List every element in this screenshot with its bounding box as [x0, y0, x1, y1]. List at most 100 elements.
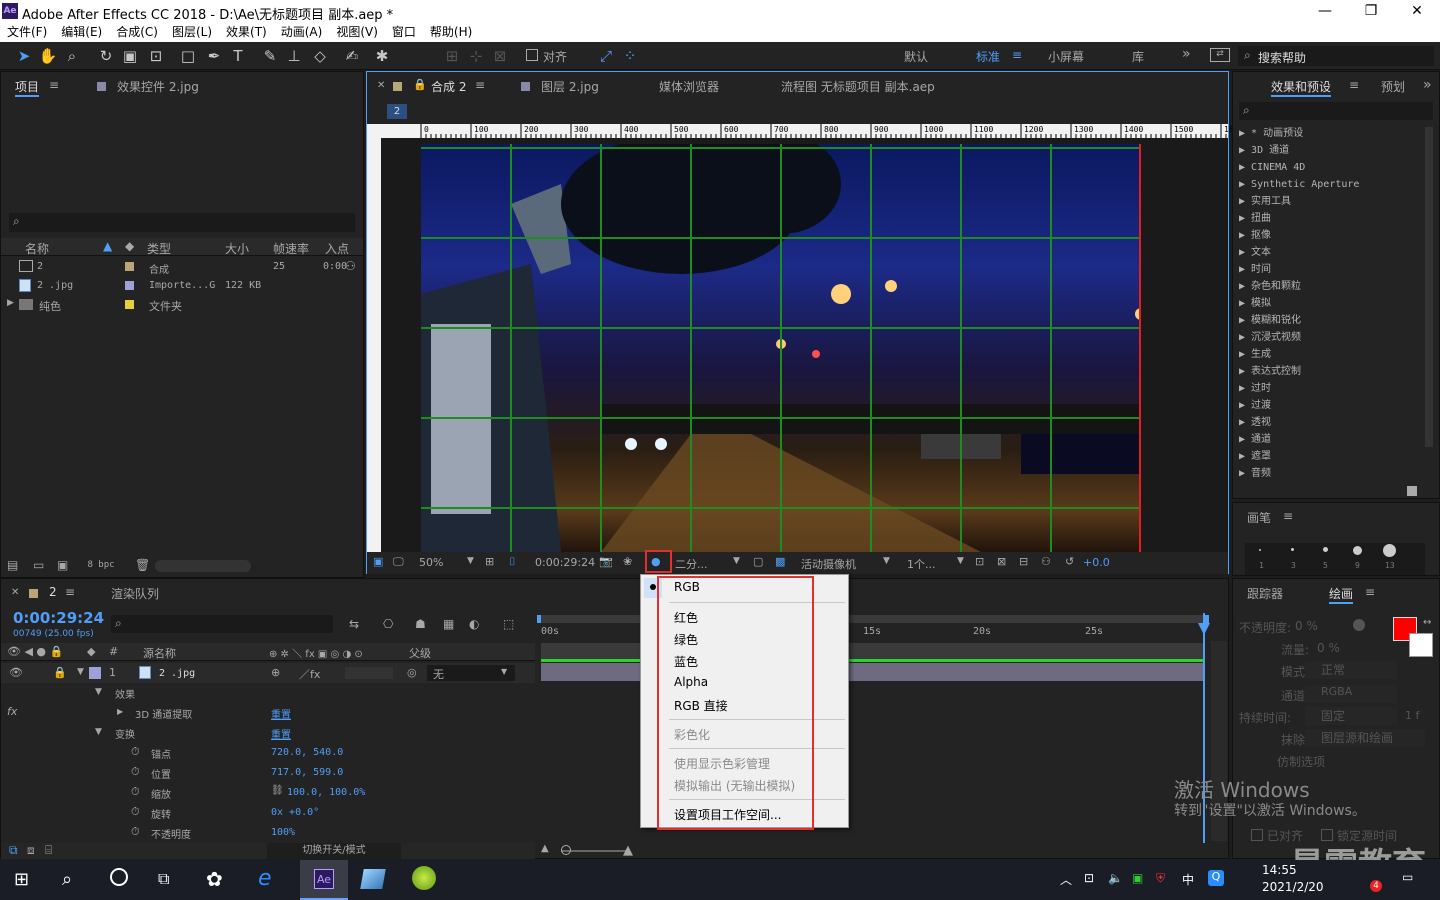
- prop-value[interactable]: 100.0, 100.0%: [287, 787, 365, 798]
- effect-category[interactable]: ▶ 过渡: [1233, 397, 1423, 414]
- aligned-checkbox[interactable]: [1251, 829, 1263, 841]
- timeline-search-input[interactable]: ⌕: [111, 615, 333, 633]
- security-shield-icon[interactable]: ⛨: [1156, 871, 1165, 886]
- close-tab-icon[interactable]: ✕: [11, 587, 19, 598]
- panel-menu-icon[interactable]: ≡: [1349, 78, 1359, 92]
- eraser-tool-icon[interactable]: ◇: [310, 46, 330, 66]
- project-row-image[interactable]: 2 .jpg Importe...G 122 KB: [1, 277, 363, 295]
- taskbar-ae-active[interactable]: Ae: [300, 860, 348, 900]
- flowchart-icon[interactable]: ⚇: [345, 259, 356, 273]
- tab-tracker[interactable]: 跟踪器: [1247, 585, 1283, 602]
- toggle-switches-modes-button[interactable]: 切换开关/模式: [267, 843, 401, 859]
- paint-mode-select[interactable]: 正常: [1305, 661, 1397, 679]
- frame-blending-icon[interactable]: ▦: [443, 617, 454, 631]
- prop-value[interactable]: 100%: [271, 827, 295, 838]
- col-size[interactable]: 大小: [225, 240, 249, 257]
- effect-category[interactable]: ▶ 模糊和锐化: [1233, 312, 1423, 329]
- snap-features-icon[interactable]: ⁘: [620, 46, 640, 66]
- viewer-timecode[interactable]: 0:00:29:24: [535, 556, 595, 569]
- composition-image[interactable]: [421, 144, 1141, 552]
- paint-duration-select[interactable]: 固定: [1305, 707, 1397, 725]
- effect-category[interactable]: ▶ 音频: [1233, 465, 1423, 482]
- roto-brush-tool-icon[interactable]: ✍: [342, 46, 362, 66]
- playhead-handle-icon[interactable]: [1198, 623, 1210, 635]
- tab-effects-presets[interactable]: 效果和预设: [1271, 78, 1332, 97]
- quality-switch-icon[interactable]: ／fx: [299, 666, 320, 682]
- zoom-tool-icon[interactable]: ⌕: [62, 46, 82, 66]
- effects-scrollbar[interactable]: [1425, 127, 1433, 447]
- tab-layer[interactable]: 图层 2.jpg: [541, 78, 599, 95]
- col-fps[interactable]: 帧速率: [273, 240, 309, 257]
- work-area-handles[interactable]: [537, 615, 1209, 623]
- layer-switches-icon[interactable]: ⧉: [9, 843, 18, 858]
- pan-behind-tool-icon[interactable]: ⊡: [146, 46, 166, 66]
- effect-category[interactable]: ▶ CINEMA 4D: [1233, 159, 1423, 176]
- prop-anchor[interactable]: ⏱ 锚点 720.0, 540.0: [1, 743, 535, 763]
- clock-time[interactable]: 14:55: [1262, 863, 1297, 877]
- current-time-display[interactable]: 0:00:29:24: [13, 609, 104, 627]
- brush-tip[interactable]: [1259, 549, 1261, 551]
- timeline-icon[interactable]: ⊟: [1019, 555, 1028, 568]
- interpret-footage-icon[interactable]: ▤: [7, 558, 18, 572]
- transparency-grid-icon[interactable]: ▩: [775, 555, 785, 568]
- project-row-folder[interactable]: ▶ 纯色 文件夹: [1, 296, 363, 314]
- in-out-icon[interactable]: ⌸: [45, 843, 52, 858]
- menu-file[interactable]: 文件(F): [7, 22, 47, 42]
- chevron-down-icon[interactable]: ▼: [733, 556, 740, 566]
- swap-colors-icon[interactable]: ↔: [1423, 617, 1431, 628]
- col-source-name[interactable]: 源名称: [143, 645, 176, 661]
- chevron-down-icon[interactable]: ▼: [467, 556, 474, 566]
- graph-editor-icon[interactable]: ⬚: [503, 617, 514, 631]
- panel-menu-icon[interactable]: ≡: [65, 585, 75, 599]
- label-tag-icon[interactable]: ◆: [87, 645, 95, 658]
- brush-tip[interactable]: [1353, 546, 1362, 555]
- label-tag-icon[interactable]: ◆: [125, 239, 134, 253]
- zoom-out-icon[interactable]: ▲: [541, 843, 549, 854]
- transfer-controls-icon[interactable]: ⧈: [27, 843, 35, 858]
- new-bin-icon[interactable]: [1407, 486, 1417, 496]
- reset-link[interactable]: 重置: [271, 726, 291, 741]
- view-axis-icon[interactable]: ⊠: [490, 46, 510, 66]
- menu-help[interactable]: 帮助(H): [430, 22, 472, 42]
- photo-viewer-icon[interactable]: [360, 869, 386, 889]
- brush-tip[interactable]: [1291, 548, 1294, 551]
- expand-arrow-icon[interactable]: ▼: [95, 727, 102, 737]
- switch-boxes[interactable]: [345, 667, 393, 679]
- fast-previews-icon[interactable]: ⊠: [997, 555, 1006, 568]
- shy-switch-icon[interactable]: ⊕: [271, 666, 280, 679]
- paint-duration-frames[interactable]: 1 f: [1405, 709, 1419, 722]
- puppet-tool-icon[interactable]: ✱: [372, 46, 392, 66]
- effect-category[interactable]: ▶ 表达式控制: [1233, 363, 1423, 380]
- menu-layer[interactable]: 图层(L): [172, 22, 212, 42]
- trash-icon[interactable]: 🗑: [135, 558, 150, 572]
- paint-opacity-value[interactable]: 0 %: [1295, 619, 1318, 633]
- magnification-select[interactable]: 50%: [419, 556, 443, 569]
- brush-tip[interactable]: [1323, 547, 1328, 552]
- prop-value[interactable]: 720.0, 540.0: [271, 747, 343, 758]
- reset-link[interactable]: 重置: [271, 706, 291, 721]
- background-color-swatch[interactable]: [1409, 633, 1433, 657]
- tab-project[interactable]: 项目: [15, 78, 40, 97]
- chevron-down-icon[interactable]: ▼: [883, 556, 890, 566]
- help-search-input[interactable]: 搜索帮助: [1258, 49, 1306, 66]
- expand-arrow-icon[interactable]: ▶: [117, 707, 123, 716]
- camera-select[interactable]: 活动摄像机: [801, 556, 856, 572]
- clone-stamp-tool-icon[interactable]: ⊥: [284, 46, 304, 66]
- pen-tool-icon[interactable]: ✒: [204, 46, 224, 66]
- project-scrollbar[interactable]: [155, 560, 251, 572]
- brush-tool-icon[interactable]: ✎: [260, 46, 280, 66]
- col-in[interactable]: 入点: [325, 240, 349, 257]
- label-color[interactable]: [89, 667, 101, 679]
- effect-category[interactable]: ▶ 时间: [1233, 261, 1423, 278]
- motion-blur-icon[interactable]: ◐: [469, 617, 479, 631]
- more-workspaces-icon[interactable]: »: [1182, 46, 1191, 62]
- reset-exposure-icon[interactable]: ↺: [1065, 555, 1074, 568]
- prop-transform[interactable]: ▼ 变换 重置: [1, 723, 535, 743]
- comp-mini-flowchart-icon[interactable]: ⇆: [349, 617, 359, 631]
- sync-settings-icon[interactable]: ⇄: [1210, 48, 1230, 62]
- maximize-button[interactable]: ❐: [1348, 2, 1394, 20]
- help-search-box[interactable]: ⌕ 搜索帮助: [1238, 46, 1434, 66]
- project-row-comp[interactable]: 2 合成 25 0:00 ⚇: [1, 258, 363, 276]
- tab-timeline-comp[interactable]: 2: [49, 585, 57, 599]
- tab-effect-controls[interactable]: 效果控件 2.jpg: [117, 78, 199, 95]
